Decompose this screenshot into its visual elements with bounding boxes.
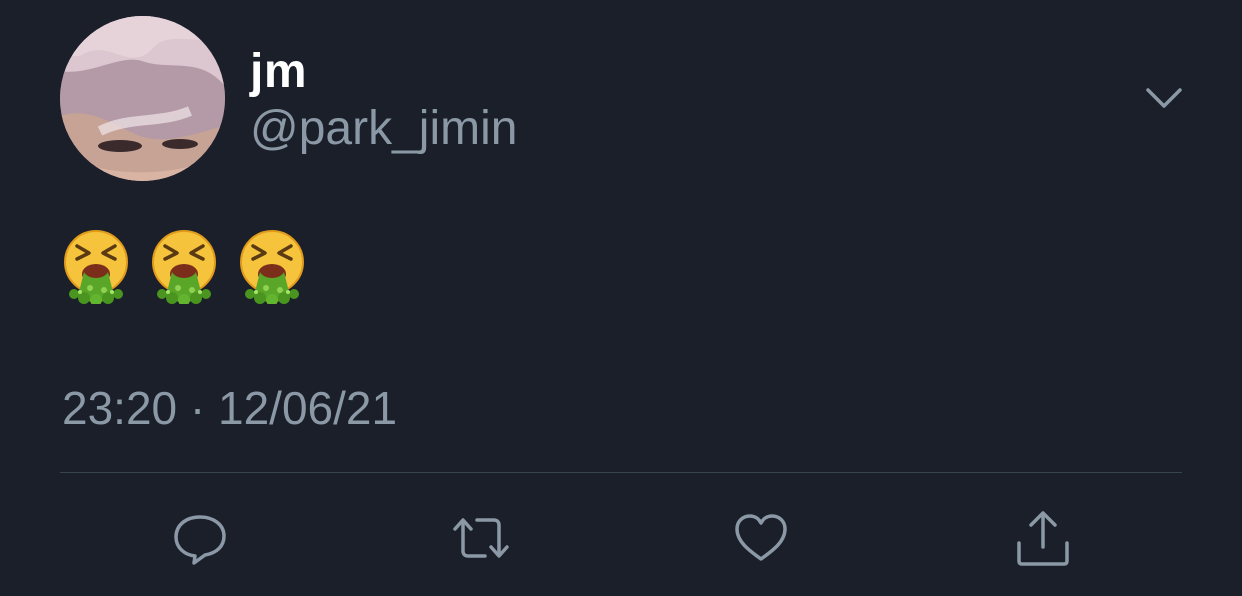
tweet-card: jm @park_jimin 🤮🤮🤮	[0, 0, 1242, 596]
face-vomiting-icon	[152, 230, 216, 304]
like-icon	[735, 514, 787, 561]
reply-button[interactable]	[170, 508, 230, 568]
tweet-text: 🤮🤮🤮	[60, 226, 308, 316]
retweet-button[interactable]	[451, 508, 511, 568]
retweet-icon	[453, 518, 509, 558]
tweet-timestamp[interactable]: 23:20 · 12/06/21	[62, 380, 397, 436]
face-vomiting-icon	[64, 230, 128, 304]
face-vomiting-icon	[240, 230, 304, 304]
share-icon	[1017, 511, 1069, 566]
like-button[interactable]	[731, 508, 791, 568]
share-button[interactable]	[1013, 508, 1073, 568]
avatar-image	[60, 16, 225, 181]
chevron-down-icon[interactable]	[1144, 82, 1184, 114]
avatar[interactable]	[60, 16, 225, 181]
user-handle[interactable]: @park_jimin	[250, 100, 517, 158]
display-name[interactable]: jm	[250, 44, 307, 100]
reply-icon	[174, 515, 226, 565]
divider	[60, 472, 1182, 473]
